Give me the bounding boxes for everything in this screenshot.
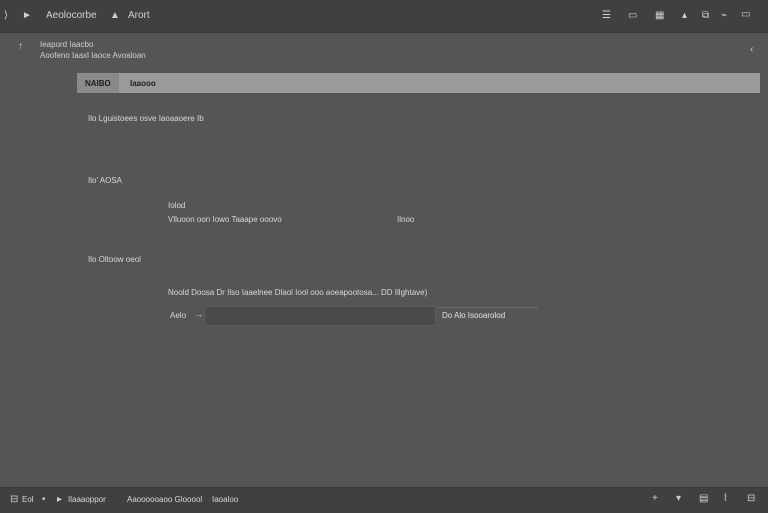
chevron-left-icon[interactable]: ‹: [750, 45, 753, 55]
field-value[interactable]: Vlluoon oon Iowo Taaape ooovo: [168, 215, 282, 224]
chevron-up-icon[interactable]: ▲: [110, 11, 120, 21]
status-left: Eol: [22, 495, 34, 504]
split-icon[interactable]: ⌇: [723, 494, 728, 504]
collapse-icon[interactable]: ⟩: [4, 11, 8, 21]
window-subtitle: Arort: [128, 10, 150, 21]
status-text3: Iaoaloo: [212, 495, 239, 504]
section-header-strip: [77, 73, 760, 93]
description-text: Ilo Lguistoees osve Iaoaaoere Ib: [88, 114, 204, 123]
export-icon[interactable]: ⧉: [702, 11, 709, 21]
status-bar: ⊟ Eol • ▸ Ilaaaoppor Aaoooooaoo Glooool …: [0, 487, 768, 513]
add-icon[interactable]: +: [652, 494, 658, 504]
back-icon[interactable]: ↑: [18, 42, 23, 52]
list-icon[interactable]: ☰: [602, 11, 611, 21]
strip-label: Iaaooo: [130, 79, 156, 88]
grid-icon[interactable]: ▦: [655, 11, 664, 21]
layout-icon[interactable]: ⊟: [747, 494, 755, 504]
panel-icon[interactable]: ▭: [628, 11, 637, 21]
status-text2: Aaoooooaoo Glooool: [127, 495, 203, 504]
arrow-icon: →: [195, 310, 203, 319]
field-value-right: Ilnoo: [397, 215, 415, 224]
instruction-text: Noold Doosa Dr Ilso Iaaelnee Dlaol Iool …: [168, 288, 428, 297]
window-icon[interactable]: ▭: [741, 10, 750, 20]
field-label: Iolod: [168, 201, 186, 210]
strip-tab-label: NAIBO: [85, 79, 111, 88]
caret-down-icon[interactable]: ▾: [676, 494, 681, 504]
section2-title: Ilo Oltoow oeol: [88, 255, 141, 264]
up-icon[interactable]: ▴: [682, 11, 687, 21]
terminal-icon[interactable]: ⊟: [10, 495, 18, 505]
breadcrumb-line1: Ieapord Iaacbo: [40, 40, 94, 49]
status-text1: Ilaaaoppor: [68, 495, 106, 504]
input-label: Aelo: [170, 311, 187, 320]
action-button-label: Do Alo Isooarolod: [442, 311, 506, 320]
dot-icon: •: [42, 494, 46, 505]
play-icon[interactable]: ►: [22, 11, 32, 21]
doc-icon[interactable]: ▤: [699, 494, 708, 504]
top-toolbar: ⟩ ► Aeolocorbe ▲ Arort ☰ ▭ ▦ ▴ ⧉ ⌁ ▭: [0, 0, 768, 33]
tool-icon[interactable]: ⌁: [721, 11, 727, 21]
arrow-right-icon: ▸: [57, 494, 63, 505]
window-title: Aeolocorbe: [46, 10, 97, 21]
text-input[interactable]: [204, 306, 436, 326]
section1-title: Ilo' AOSA: [88, 176, 122, 185]
breadcrumb-line2: Aoofeno Iaaxl Iaoce Avoaloan: [40, 51, 146, 60]
